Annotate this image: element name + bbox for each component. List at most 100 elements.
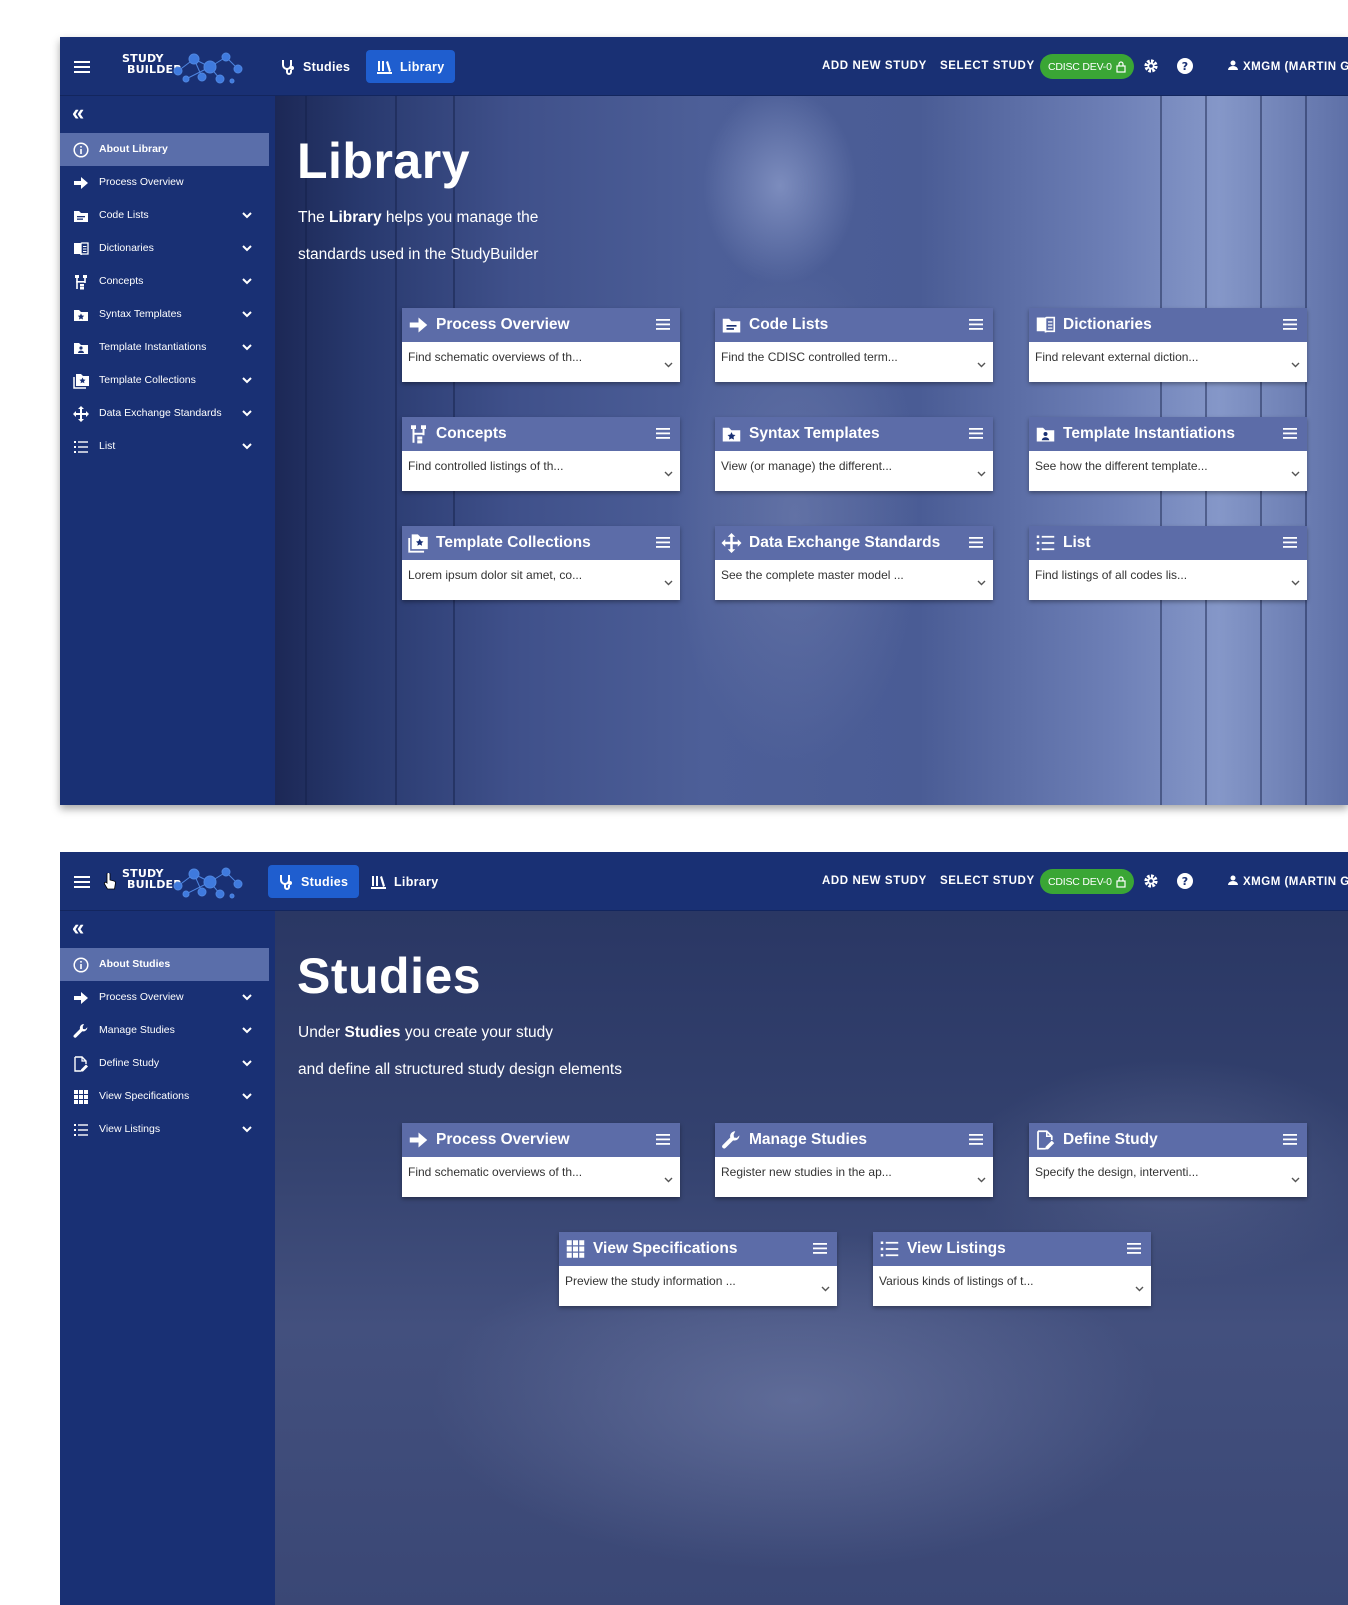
card-menu-icon[interactable]: [969, 427, 983, 440]
chevron-down-icon[interactable]: [1290, 466, 1301, 477]
chevron-down-icon[interactable]: [240, 274, 254, 288]
sidebar-item-process-overview[interactable]: Process Overview: [60, 166, 269, 199]
sidebar-item-code-lists[interactable]: Code Lists: [60, 199, 269, 232]
sidebar-item-view-listings[interactable]: View Listings: [60, 1113, 269, 1146]
card-menu-icon[interactable]: [1283, 536, 1297, 549]
chevron-down-icon[interactable]: [976, 1172, 987, 1183]
sidebar-item-about-studies[interactable]: About Studies: [60, 948, 269, 981]
gear-icon[interactable]: [1140, 870, 1162, 892]
chevron-down-icon[interactable]: [663, 466, 674, 477]
card-expand-toggle[interactable]: Find listings of all codes lis...: [1029, 560, 1307, 600]
sidebar-item-list[interactable]: List: [60, 430, 269, 463]
card-expand-toggle[interactable]: See the complete master model ...: [715, 560, 993, 600]
tab-library[interactable]: Library: [360, 865, 449, 898]
sidebar-item-template-instantiations[interactable]: Template Instantiations: [60, 331, 269, 364]
card-expand-toggle[interactable]: Find schematic overviews of th...: [402, 1157, 680, 1197]
arrows-all-icon: [72, 405, 90, 423]
card-expand-toggle[interactable]: See how the different template...: [1029, 451, 1307, 491]
top-app-bar: STUDY BUILDER Studies Library ADD NEW STU…: [60, 37, 1348, 96]
folder-account-icon: [1034, 423, 1056, 445]
card-expand-toggle[interactable]: Find relevant external diction...: [1029, 342, 1307, 382]
card-menu-icon[interactable]: [656, 318, 670, 331]
card-menu-icon[interactable]: [1283, 318, 1297, 331]
lock-icon: [1116, 60, 1126, 73]
sidebar-item-concepts[interactable]: Concepts: [60, 265, 269, 298]
chevron-down-icon[interactable]: [240, 1089, 254, 1103]
card-menu-icon[interactable]: [1283, 427, 1297, 440]
card-menu-icon[interactable]: [813, 1242, 827, 1255]
chevron-down-icon[interactable]: [1290, 575, 1301, 586]
chevron-down-icon[interactable]: [240, 1122, 254, 1136]
chevron-down-icon[interactable]: [240, 208, 254, 222]
card-menu-icon[interactable]: [969, 536, 983, 549]
card-menu-icon[interactable]: [656, 427, 670, 440]
chevron-down-icon[interactable]: [240, 373, 254, 387]
chevron-down-icon[interactable]: [663, 357, 674, 368]
sidebar-item-syntax-templates[interactable]: Syntax Templates: [60, 298, 269, 331]
gear-icon[interactable]: [1140, 55, 1162, 77]
chevron-down-icon[interactable]: [976, 575, 987, 586]
card-menu-icon[interactable]: [969, 1133, 983, 1146]
user-menu[interactable]: XMGM (MARTIN G: [1228, 875, 1348, 888]
add-new-study-button[interactable]: ADD NEW STUDY: [822, 60, 927, 72]
menu-icon[interactable]: [66, 51, 98, 83]
environment-badge[interactable]: CDISC DEV-0: [1040, 869, 1134, 894]
card-expand-toggle[interactable]: Find schematic overviews of th...: [402, 342, 680, 382]
card-expand-toggle[interactable]: View (or manage) the different...: [715, 451, 993, 491]
chevron-down-icon[interactable]: [820, 1281, 831, 1292]
sidebar-item-template-collections[interactable]: Template Collections: [60, 364, 269, 397]
sidebar-item-about-library[interactable]: About Library: [60, 133, 269, 166]
card-menu-icon[interactable]: [656, 536, 670, 549]
tab-studies[interactable]: Studies: [268, 865, 360, 898]
card-menu-icon[interactable]: [656, 1133, 670, 1146]
card-title: Concepts: [436, 425, 507, 442]
card-menu-icon[interactable]: [1127, 1242, 1141, 1255]
environment-badge[interactable]: CDISC DEV-0: [1040, 54, 1134, 79]
chevron-down-icon[interactable]: [240, 307, 254, 321]
help-icon[interactable]: ?: [1174, 55, 1196, 77]
chevron-down-icon[interactable]: [240, 406, 254, 420]
tab-library[interactable]: Library: [366, 50, 456, 83]
sidebar-item-process-overview[interactable]: Process Overview: [60, 981, 269, 1014]
chevron-down-icon[interactable]: [663, 575, 674, 586]
studybuilder-logo[interactable]: STUDY BUILDER: [122, 864, 246, 900]
chevron-down-icon[interactable]: [1290, 357, 1301, 368]
chevron-down-icon[interactable]: [663, 1172, 674, 1183]
sidebar-item-data-exchange-standards[interactable]: Data Exchange Standards: [60, 397, 269, 430]
sidebar-item-manage-studies[interactable]: Manage Studies: [60, 1014, 269, 1047]
add-new-study-button[interactable]: ADD NEW STUDY: [822, 875, 927, 887]
double-chevron-left-icon[interactable]: «: [72, 102, 84, 124]
tab-studies[interactable]: Studies: [270, 50, 361, 83]
sidebar-item-dictionaries[interactable]: Dictionaries: [60, 232, 269, 265]
card-expand-toggle[interactable]: Find controlled listings of th...: [402, 451, 680, 491]
select-study-button[interactable]: SELECT STUDY: [940, 60, 1035, 72]
chevron-down-icon[interactable]: [1134, 1281, 1145, 1292]
double-chevron-left-icon[interactable]: «: [72, 917, 84, 939]
chevron-down-icon[interactable]: [240, 1023, 254, 1037]
select-study-button[interactable]: SELECT STUDY: [940, 875, 1035, 887]
chevron-down-icon[interactable]: [240, 241, 254, 255]
studybuilder-logo[interactable]: STUDY BUILDER: [122, 49, 246, 85]
chevron-down-icon[interactable]: [240, 439, 254, 453]
sidebar-item-view-specifications[interactable]: View Specifications: [60, 1080, 269, 1113]
chevron-down-icon[interactable]: [976, 357, 987, 368]
card-expand-toggle[interactable]: Specify the design, interventi...: [1029, 1157, 1307, 1197]
chevron-down-icon[interactable]: [240, 1056, 254, 1070]
card-menu-icon[interactable]: [1283, 1133, 1297, 1146]
card-expand-toggle[interactable]: Find the CDISC controlled term...: [715, 342, 993, 382]
chevron-down-icon[interactable]: [976, 466, 987, 477]
chevron-down-icon[interactable]: [240, 340, 254, 354]
card-expand-toggle[interactable]: Register new studies in the ap...: [715, 1157, 993, 1197]
card-expand-toggle[interactable]: Lorem ipsum dolor sit amet, co...: [402, 560, 680, 600]
menu-icon[interactable]: [66, 866, 98, 898]
help-icon[interactable]: ?: [1174, 870, 1196, 892]
user-menu[interactable]: XMGM (MARTIN G: [1228, 60, 1348, 73]
side-navigation: « About Studies Process Overview Manage St…: [60, 911, 269, 1605]
chevron-down-icon[interactable]: [1290, 1172, 1301, 1183]
card-expand-toggle[interactable]: Preview the study information ...: [559, 1266, 837, 1306]
sidebar-item-define-study[interactable]: Define Study: [60, 1047, 269, 1080]
chevron-down-icon[interactable]: [240, 990, 254, 1004]
card-menu-icon[interactable]: [969, 318, 983, 331]
card-header: Template Instantiations: [1029, 417, 1307, 451]
card-expand-toggle[interactable]: Various kinds of listings of t...: [873, 1266, 1151, 1306]
